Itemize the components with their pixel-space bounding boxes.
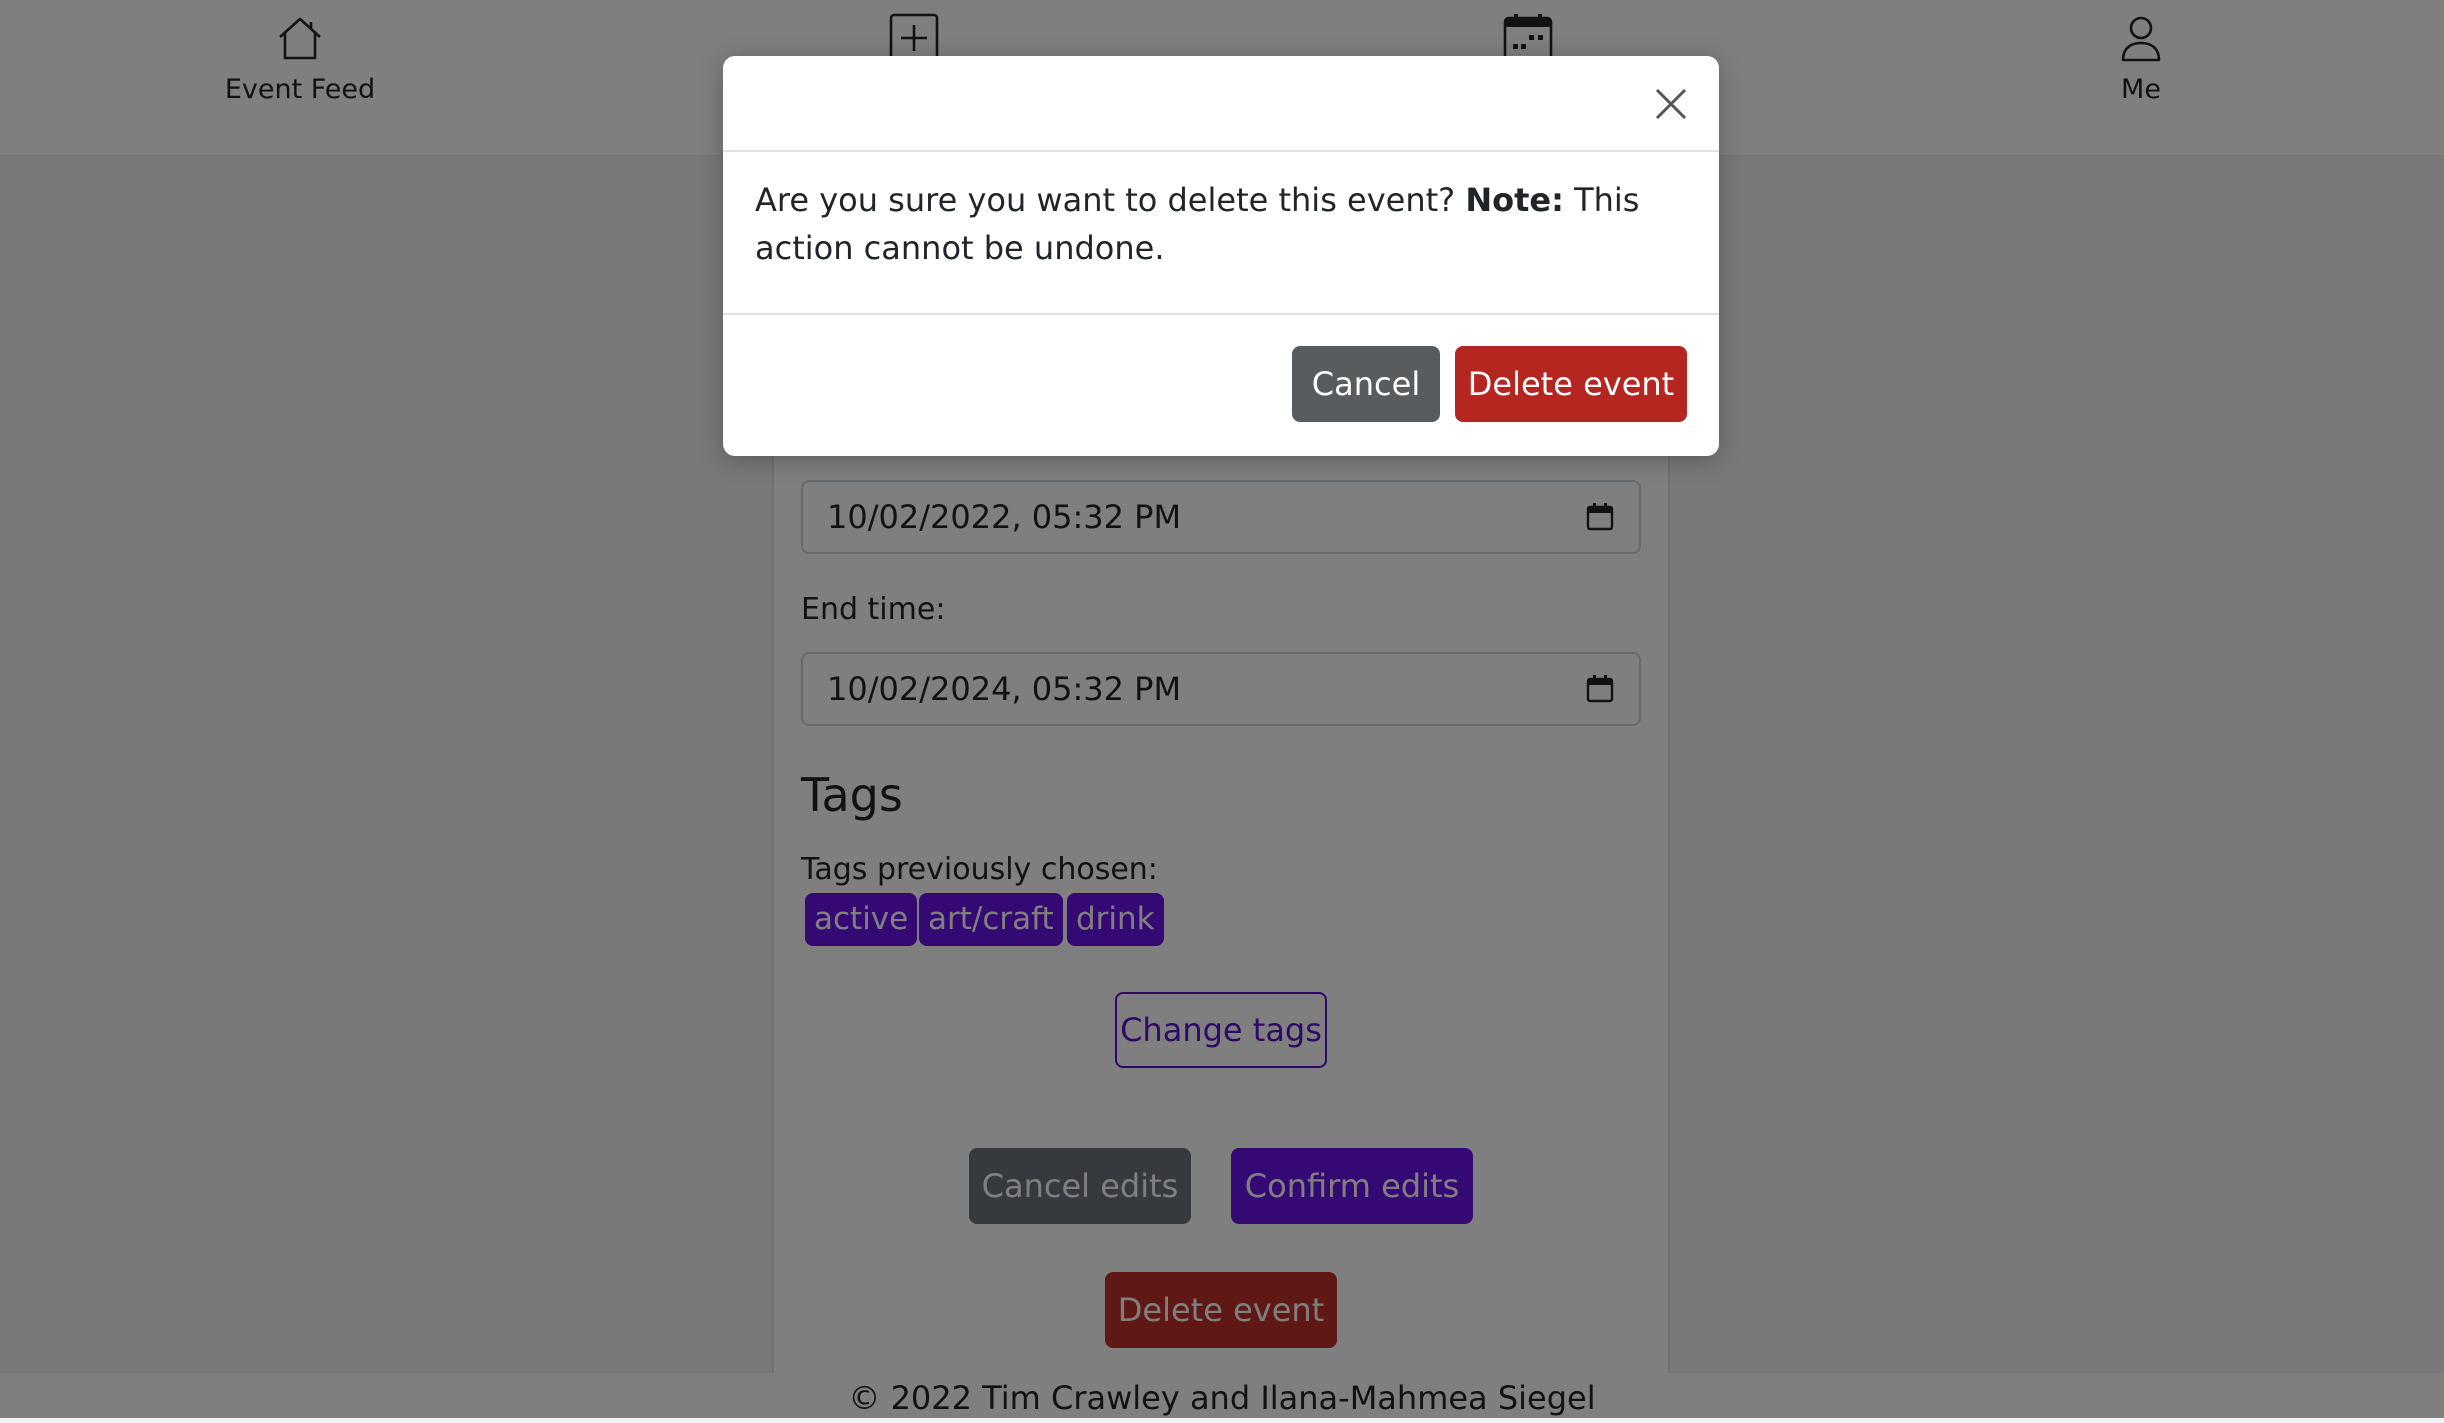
delete-confirm-modal: Are you sure you want to delete this eve… — [723, 56, 1719, 456]
modal-message: Are you sure you want to delete this eve… — [755, 176, 1685, 272]
modal-delete-event-button[interactable]: Delete event — [1455, 346, 1687, 422]
modal-cancel-button[interactable]: Cancel — [1292, 346, 1440, 422]
close-icon[interactable] — [1649, 82, 1693, 126]
modal-message-prefix: Are you sure you want to delete this eve… — [755, 181, 1466, 219]
modal-header — [723, 56, 1719, 152]
modal-note-label: Note: — [1465, 181, 1564, 219]
